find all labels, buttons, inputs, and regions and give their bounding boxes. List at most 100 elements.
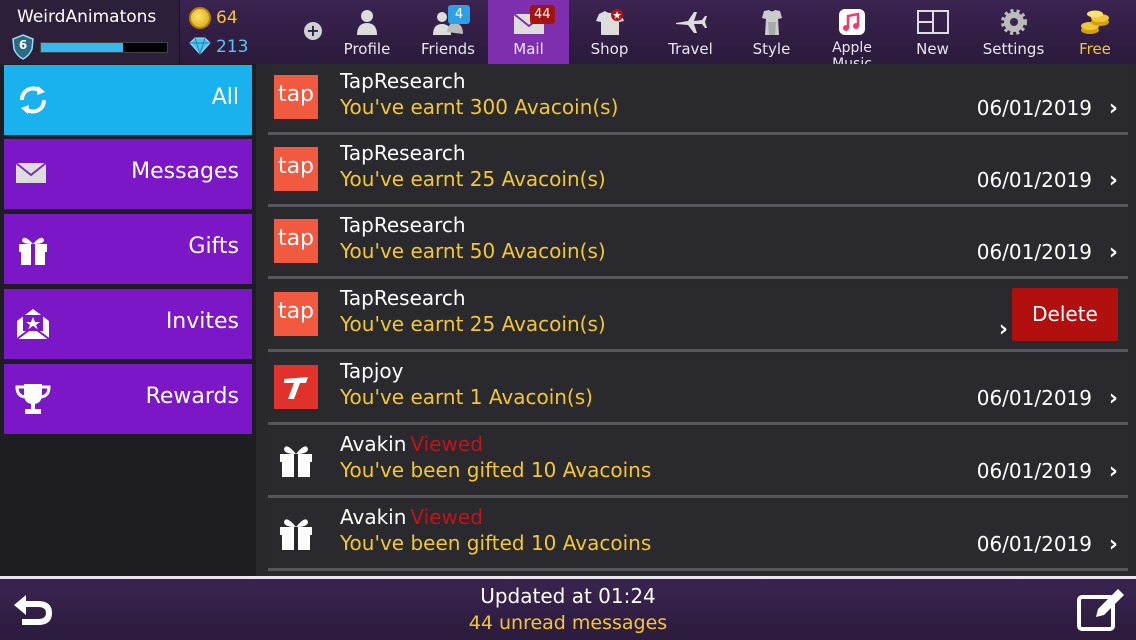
message-sender: TapResearch	[340, 286, 466, 310]
gift-icon	[274, 438, 318, 482]
notification-badge: 44	[530, 5, 555, 24]
compose-icon	[1077, 589, 1124, 631]
message-sender: TapResearch	[340, 141, 466, 165]
avacoin-icon	[189, 7, 211, 29]
unread-count: 44 unread messages	[468, 612, 668, 634]
nav-tab-mail[interactable]: 44 Mail	[488, 0, 569, 64]
message-text: You've earnt 50 Avacoin(s)	[340, 239, 606, 263]
chevron-right-icon[interactable]: ›	[1109, 459, 1118, 484]
nav-tab-label: Settings	[982, 40, 1045, 58]
chevron-right-icon[interactable]: ›	[1109, 386, 1118, 411]
chevron-right-icon[interactable]: ›	[1109, 96, 1118, 121]
category-rewards[interactable]: Rewards	[4, 364, 252, 434]
delete-button[interactable]: Delete	[1012, 288, 1118, 341]
music-note-icon	[835, 8, 869, 36]
top-bar: WeirdAnimatons 6 64 213 + Profile 4 Friend…	[0, 0, 1136, 72]
coin-stack-icon	[1078, 8, 1112, 36]
tapresearch-logo: tap	[274, 147, 318, 191]
sender-name: TapResearch	[340, 213, 466, 237]
message-date: 06/01/2019	[976, 532, 1092, 556]
nav-tab-new[interactable]: New	[892, 0, 973, 64]
message-row[interactable]: tap TapResearch You've earnt 50 Avacoin(s)…	[268, 208, 1128, 279]
category-messages[interactable]: Messages	[4, 139, 252, 209]
gem-balance: 213	[216, 37, 249, 57]
message-text: You've earnt 25 Avacoin(s)	[340, 312, 606, 336]
category-label: Gifts	[188, 234, 239, 259]
message-text: You've earnt 1 Avacoin(s)	[340, 385, 593, 409]
sender-name: TapResearch	[340, 286, 466, 310]
message-text: You've earnt 300 Avacoin(s)	[340, 95, 619, 119]
nav-tab-label: Profile	[343, 40, 391, 58]
tapresearch-logo: tap	[274, 292, 318, 336]
viewed-status: Viewed	[410, 432, 483, 456]
nav-tab-style[interactable]: Style	[731, 0, 812, 64]
gear-icon	[997, 8, 1031, 36]
message-date: 06/01/2019	[976, 240, 1092, 264]
user-panel[interactable]: WeirdAnimatons 6	[0, 0, 180, 64]
chevron-right-icon[interactable]: ›	[1109, 168, 1118, 193]
currency-panel: 64 213 +	[180, 0, 328, 64]
notification-badge: 4	[448, 5, 470, 24]
nav-tab-label: Style	[752, 40, 791, 58]
message-sender: TapResearch	[340, 213, 466, 237]
message-sender: Avakin Viewed	[340, 432, 483, 456]
nav-tab-apple-music[interactable]: Apple Music	[812, 0, 892, 72]
message-text: You've been gifted 10 Avacoins	[340, 531, 652, 555]
refresh-icon	[14, 83, 52, 117]
nav-tab-profile[interactable]: Profile	[328, 0, 406, 64]
category-all[interactable]: All	[4, 65, 252, 135]
coin-balance: 64	[216, 8, 238, 28]
diamond-icon	[189, 37, 211, 56]
tapjoy-logo	[274, 365, 318, 409]
outfit-icon	[755, 8, 789, 36]
tapresearch-logo: tap	[274, 75, 318, 119]
xp-bar	[40, 42, 168, 53]
message-text: You've earnt 25 Avacoin(s)	[340, 167, 606, 191]
category-label: All	[211, 85, 239, 110]
invite-envelope-icon	[14, 307, 52, 341]
nav-tab-travel[interactable]: Travel	[650, 0, 731, 64]
message-row[interactable]: tap TapResearch You've earnt 25 Avacoin(s)…	[268, 136, 1128, 207]
sender-name: TapResearch	[340, 69, 466, 93]
shirt-tag-icon	[593, 8, 627, 36]
category-invites[interactable]: Invites	[4, 289, 252, 359]
nav-tab-friends[interactable]: 4 Friends	[408, 0, 488, 64]
message-row[interactable]: tap TapResearch You've earnt 300 Avacoin(s…	[268, 64, 1128, 135]
level-number: 6	[18, 38, 28, 52]
message-list[interactable]: tap TapResearch You've earnt 300 Avacoin(s…	[256, 64, 1136, 576]
bottom-bar: Updated at 01:24 44 unread messages	[0, 576, 1136, 640]
nav-tab-settings[interactable]: Settings	[973, 0, 1054, 64]
message-row[interactable]: Avakin Viewed You've been gifted 10 Avacoi…	[268, 500, 1128, 571]
message-row[interactable]: Tapjoy You've earnt 1 Avacoin(s) 06/01/201…	[268, 354, 1128, 425]
message-text: You've been gifted 10 Avacoins	[340, 458, 652, 482]
message-row[interactable]: Avakin Viewed You've been gifted 10 Avacoi…	[268, 427, 1128, 498]
username: WeirdAnimatons	[17, 7, 157, 27]
category-label: Invites	[165, 309, 239, 334]
sender-name: TapResearch	[340, 141, 466, 165]
message-row[interactable]: tap TapResearch You've earnt 25 Avacoin(s)…	[268, 281, 1128, 352]
message-sender: TapResearch	[340, 69, 466, 93]
message-date: 06/01/2019	[976, 386, 1092, 410]
nav-tab-label: Shop	[590, 40, 629, 58]
sender-name: Avakin	[340, 432, 407, 456]
airplane-icon	[674, 8, 708, 36]
message-date: 06/01/2019	[976, 459, 1092, 483]
window-icon	[916, 8, 950, 36]
message-sender: Avakin Viewed	[340, 505, 483, 529]
tapresearch-logo: tap	[274, 219, 318, 263]
xp-bar-fill	[41, 43, 123, 52]
gift-icon	[274, 511, 318, 555]
viewed-status: Viewed	[410, 505, 483, 529]
compose-button[interactable]	[1076, 587, 1126, 633]
nav-tab-shop[interactable]: Shop	[569, 0, 650, 64]
nav-tab-label: Travel	[668, 40, 713, 58]
chevron-right-icon[interactable]: ›	[1109, 532, 1118, 557]
chevron-right-icon[interactable]: ›	[999, 317, 1008, 342]
category-gifts[interactable]: Gifts	[4, 214, 252, 284]
nav-tab-free[interactable]: Free	[1054, 0, 1136, 64]
chevron-right-icon[interactable]: ›	[1109, 240, 1118, 265]
nav-tab-label: New	[916, 40, 949, 58]
nav-tab-label: Mail	[513, 40, 544, 58]
add-currency-button[interactable]: +	[304, 22, 322, 40]
message-date: 06/01/2019	[976, 96, 1092, 120]
